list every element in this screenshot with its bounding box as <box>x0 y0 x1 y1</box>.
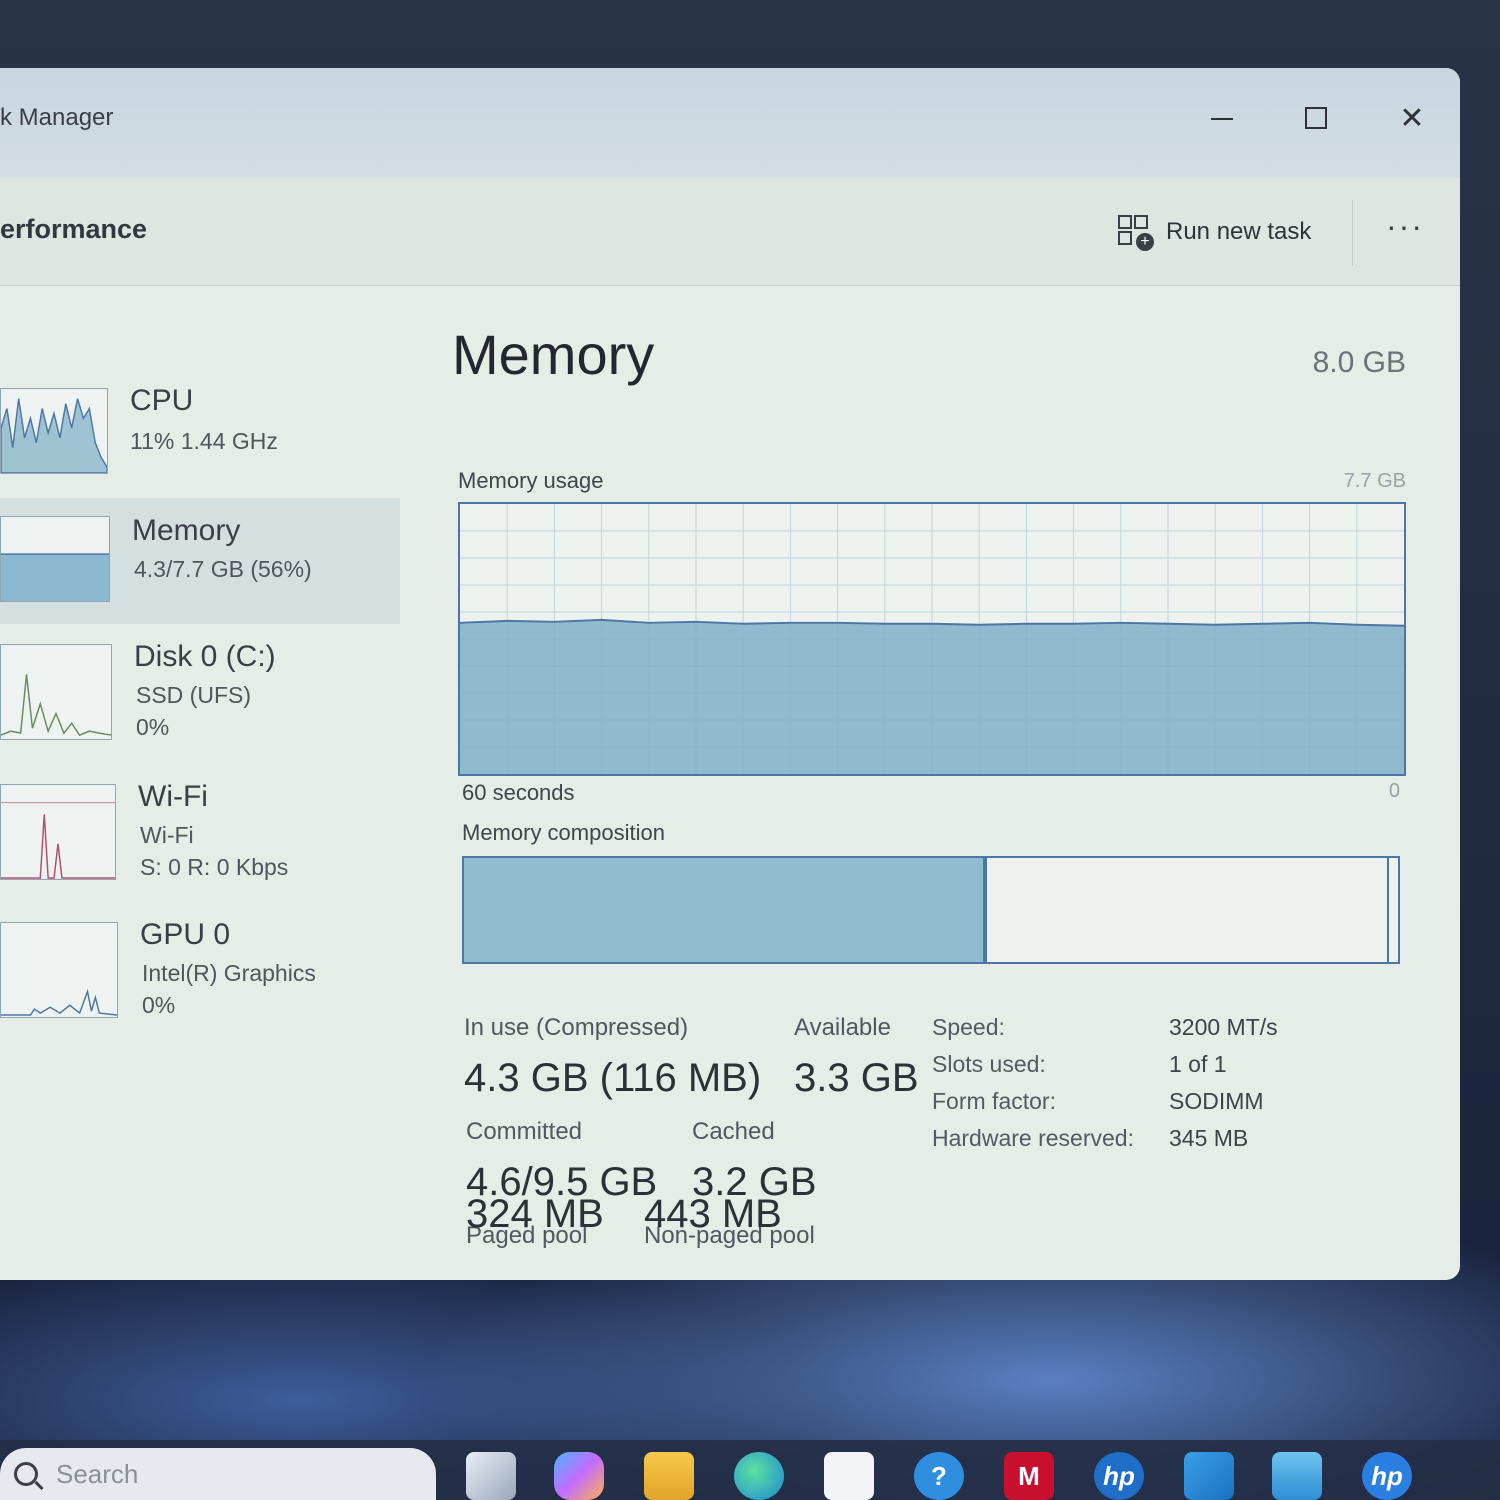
spec-slots-label: Slots used: <box>932 1051 1046 1077</box>
taskbar-search-input[interactable] <box>56 1458 376 1490</box>
copilot-icon[interactable] <box>554 1452 604 1500</box>
performance-sidebar: CPU 11% 1.44 GHz Memory 4.3/7.7 GB (56%)… <box>0 286 400 1280</box>
sidebar-item-memory[interactable]: Memory 4.3/7.7 GB (56%) <box>0 498 400 624</box>
gpu-label: GPU 0 <box>140 918 231 951</box>
photos-icon[interactable] <box>1272 1452 1322 1500</box>
run-new-task-button[interactable]: + Run new task <box>1118 208 1311 256</box>
wifi-adapter-text: Wi-Fi <box>140 822 194 848</box>
cpu-label: CPU <box>130 384 194 417</box>
spec-speed-label: Speed: <box>932 1014 1005 1040</box>
graph-time-end: 0 <box>1388 780 1400 802</box>
memory-usage-text: 4.3/7.7 GB (56%) <box>134 556 312 582</box>
spec-hw-reserved-value: 345 MB <box>1169 1125 1249 1151</box>
hp-icon[interactable]: hp <box>1094 1452 1144 1500</box>
composition-in-use-segment <box>464 858 988 962</box>
memory-total-capacity: 8.0 GB <box>1312 346 1406 379</box>
edge-icon[interactable] <box>734 1452 784 1500</box>
mcafee-icon[interactable]: M <box>1004 1452 1054 1500</box>
wifi-label: Wi-Fi <box>138 780 208 813</box>
disk-type-text: SSD (UFS) <box>136 682 251 708</box>
file-explorer-icon[interactable] <box>644 1452 694 1500</box>
store-icon[interactable] <box>824 1452 874 1500</box>
task-manager-window: k Manager ✕ erformance + Run new task ··… <box>0 68 1460 1280</box>
cpu-usage-text: 11% 1.44 GHz <box>130 428 278 454</box>
cached-label: Cached <box>692 1118 775 1145</box>
mail-icon[interactable] <box>1184 1452 1234 1500</box>
committed-label: Committed <box>466 1118 583 1145</box>
memory-usage-max: 7.7 GB <box>1343 470 1406 492</box>
gpu-usage-text: 0% <box>142 992 176 1018</box>
disk-thumbnail-graph <box>0 644 112 740</box>
minimize-button[interactable] <box>1192 90 1252 146</box>
title-bar[interactable]: k Manager ✕ <box>0 68 1460 178</box>
run-task-icon: + <box>1118 215 1154 251</box>
maximize-icon <box>1305 107 1327 129</box>
memory-heading: Memory <box>452 323 655 386</box>
page-header: erformance + Run new task ··· <box>0 178 1460 286</box>
sidebar-item-disk[interactable]: Disk 0 (C:) SSD (UFS) 0% <box>0 634 400 764</box>
spec-form-factor-value: SODIMM <box>1169 1088 1264 1114</box>
memory-thumbnail-graph <box>0 516 110 602</box>
memory-usage-area <box>460 619 1404 774</box>
in-use-label: In use (Compressed) <box>464 1014 689 1041</box>
spec-hw-reserved-label: Hardware reserved: <box>932 1125 1134 1151</box>
memory-usage-graph <box>458 502 1406 776</box>
cpu-thumbnail-graph <box>0 388 108 474</box>
sidebar-item-gpu[interactable]: GPU 0 Intel(R) Graphics 0% <box>0 912 400 1042</box>
available-label: Available <box>794 1014 891 1041</box>
sidebar-item-wifi[interactable]: Wi-Fi Wi-Fi S: 0 R: 0 Kbps <box>0 774 400 904</box>
minimize-icon <box>1211 118 1233 120</box>
more-options-button[interactable]: ··· <box>1380 208 1430 256</box>
graph-time-span: 60 seconds <box>462 780 575 805</box>
page-title: erformance <box>0 214 148 244</box>
in-use-value: 4.3 GB (116 MB) <box>464 1056 762 1100</box>
memory-usage-label: Memory usage <box>458 468 604 493</box>
header-divider <box>1352 200 1353 266</box>
composition-available-segment <box>987 858 1389 962</box>
taskbar-search-box[interactable] <box>0 1448 436 1500</box>
disk-label: Disk 0 (C:) <box>134 640 276 673</box>
window-title: k Manager <box>0 104 114 131</box>
spec-slots-value: 1 of 1 <box>1169 1051 1227 1077</box>
paged-pool-value: 324 MB <box>466 1192 604 1236</box>
maximize-button[interactable] <box>1286 90 1346 146</box>
help-icon[interactable]: ? <box>914 1452 964 1500</box>
hp-support-icon[interactable]: hp <box>1362 1452 1412 1500</box>
spec-speed-value: 3200 MT/s <box>1169 1014 1278 1040</box>
memory-composition-label: Memory composition <box>462 820 665 845</box>
gpu-adapter-text: Intel(R) Graphics <box>142 960 316 986</box>
gpu-thumbnail-graph <box>0 922 118 1018</box>
taskbar: ? M hp hp <box>0 1440 1500 1500</box>
close-button[interactable]: ✕ <box>1382 90 1442 146</box>
task-view-icon[interactable] <box>466 1452 516 1500</box>
wifi-throughput-text: S: 0 R: 0 Kbps <box>140 854 289 880</box>
memory-composition-bar <box>462 856 1400 964</box>
disk-usage-text: 0% <box>136 714 170 740</box>
sidebar-item-cpu[interactable]: CPU 11% 1.44 GHz <box>0 372 400 492</box>
available-value: 3.3 GB <box>794 1056 919 1100</box>
memory-details-panel: Memory 8.0 GB Memory usage 7.7 GB 60 sec… <box>452 286 1412 1280</box>
run-new-task-label: Run new task <box>1166 218 1312 245</box>
spec-form-factor-label: Form factor: <box>932 1088 1056 1114</box>
wifi-thumbnail-graph <box>0 784 116 880</box>
nonpaged-pool-value: 443 MB <box>644 1192 782 1236</box>
search-icon <box>14 1462 38 1486</box>
memory-label: Memory <box>132 514 241 547</box>
